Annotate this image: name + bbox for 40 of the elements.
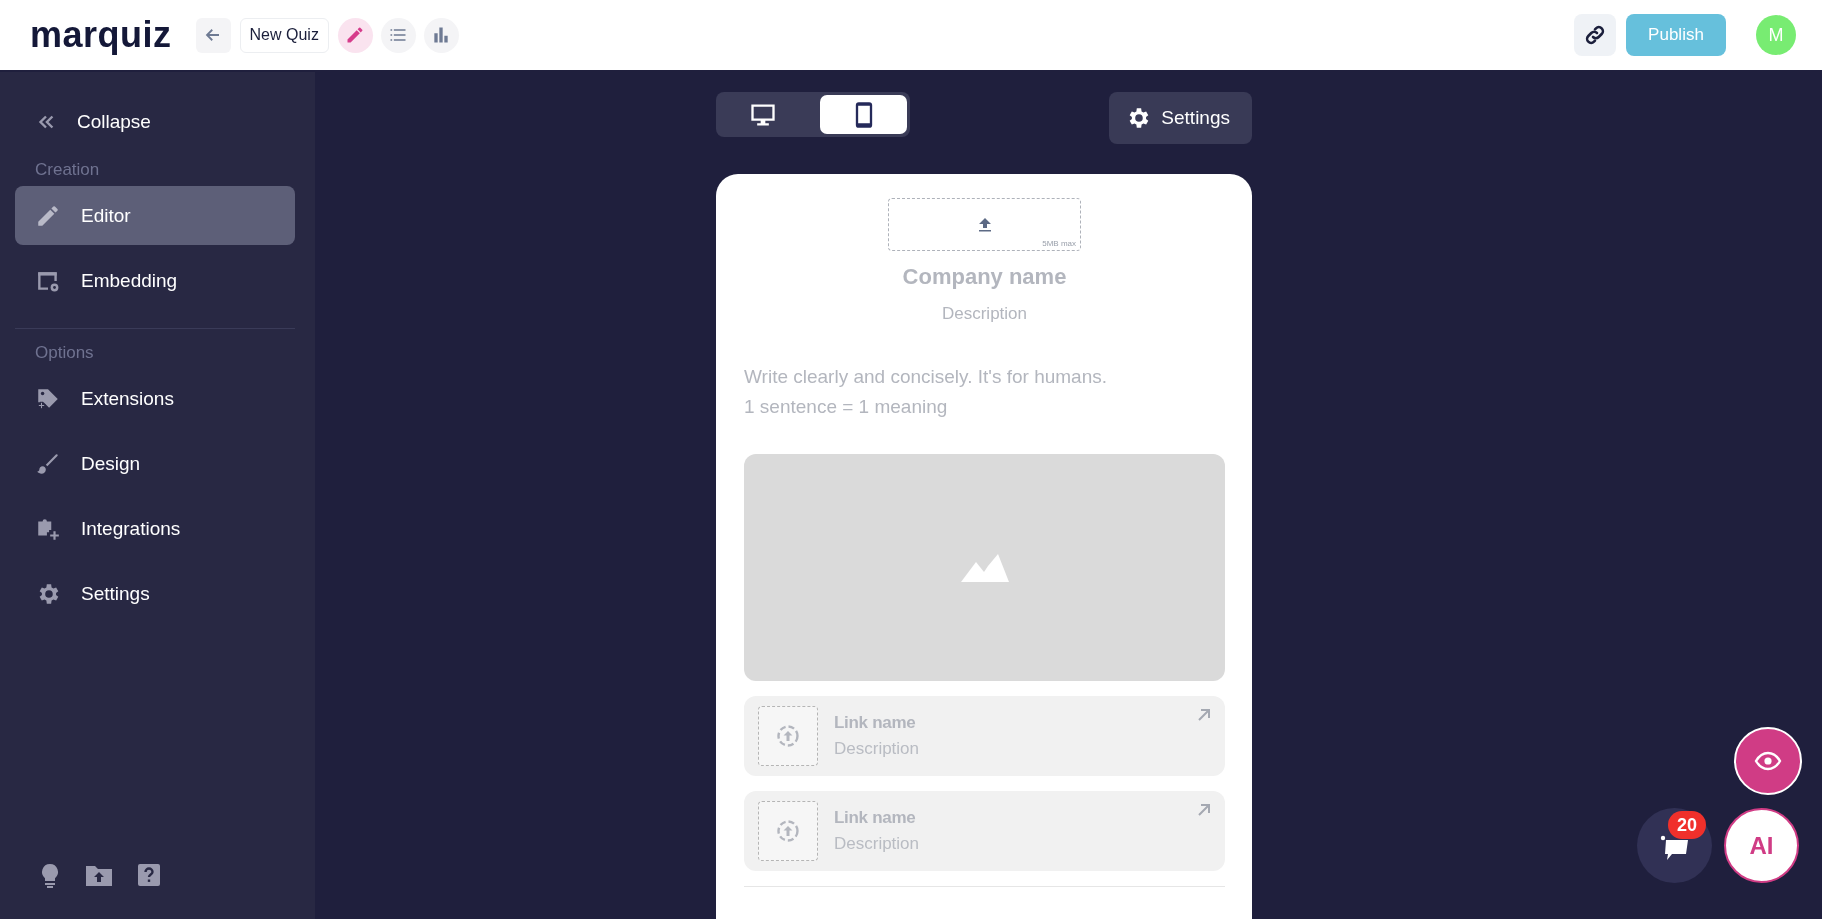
- notification-badge: 20: [1668, 811, 1707, 839]
- collapse-button[interactable]: Collapse: [15, 102, 295, 142]
- edit-mode-button[interactable]: [337, 17, 373, 53]
- section-title: Options: [34, 343, 95, 363]
- sidebar-item[interactable]: Design: [15, 434, 295, 493]
- ai-button[interactable]: AI: [1724, 808, 1799, 883]
- sidebar-item[interactable]: Editor: [15, 186, 295, 245]
- help-button[interactable]: [137, 863, 161, 889]
- mobile-view-button[interactable]: [820, 95, 907, 134]
- question-icon: [137, 863, 161, 887]
- upload-circle-icon: [776, 724, 800, 748]
- link-name: Link name: [834, 713, 917, 733]
- diagonal-arrow-icon: [1197, 803, 1211, 817]
- folder-upload-icon: [85, 863, 113, 887]
- logo: marquiz: [30, 14, 172, 56]
- stats-button[interactable]: [423, 17, 459, 53]
- link-icon: [1583, 23, 1607, 47]
- sidebar-item[interactable]: Extensions: [15, 369, 295, 428]
- link-description: Description: [834, 739, 920, 759]
- upload-icon: [977, 217, 992, 232]
- lightbulb-icon: [39, 863, 61, 889]
- questions-button[interactable]: [380, 17, 416, 53]
- tips-button[interactable]: [39, 863, 61, 889]
- settings-button[interactable]: Settings: [1109, 92, 1252, 144]
- templates-button[interactable]: [85, 863, 113, 889]
- logo-upload-area[interactable]: 5MB max: [888, 198, 1081, 251]
- eye-icon: [1754, 751, 1782, 771]
- link-description: Description: [834, 834, 920, 854]
- sidebar-item[interactable]: Integrations: [15, 499, 295, 558]
- back-button[interactable]: [195, 17, 231, 53]
- sidebar-item[interactable]: Embedding: [15, 251, 295, 310]
- mountain-icon: [960, 553, 1009, 582]
- sidebar-item[interactable]: Settings: [15, 564, 295, 623]
- upload-circle-icon: [776, 819, 800, 843]
- link-name: Link name: [834, 808, 917, 828]
- quiz-name-field[interactable]: New Quiz: [239, 17, 329, 53]
- link-button[interactable]: [1574, 14, 1616, 56]
- section-title: Creation: [34, 160, 101, 180]
- diagonal-arrow-icon: [1197, 708, 1211, 722]
- upload-hint: 5MB max: [1042, 239, 1076, 248]
